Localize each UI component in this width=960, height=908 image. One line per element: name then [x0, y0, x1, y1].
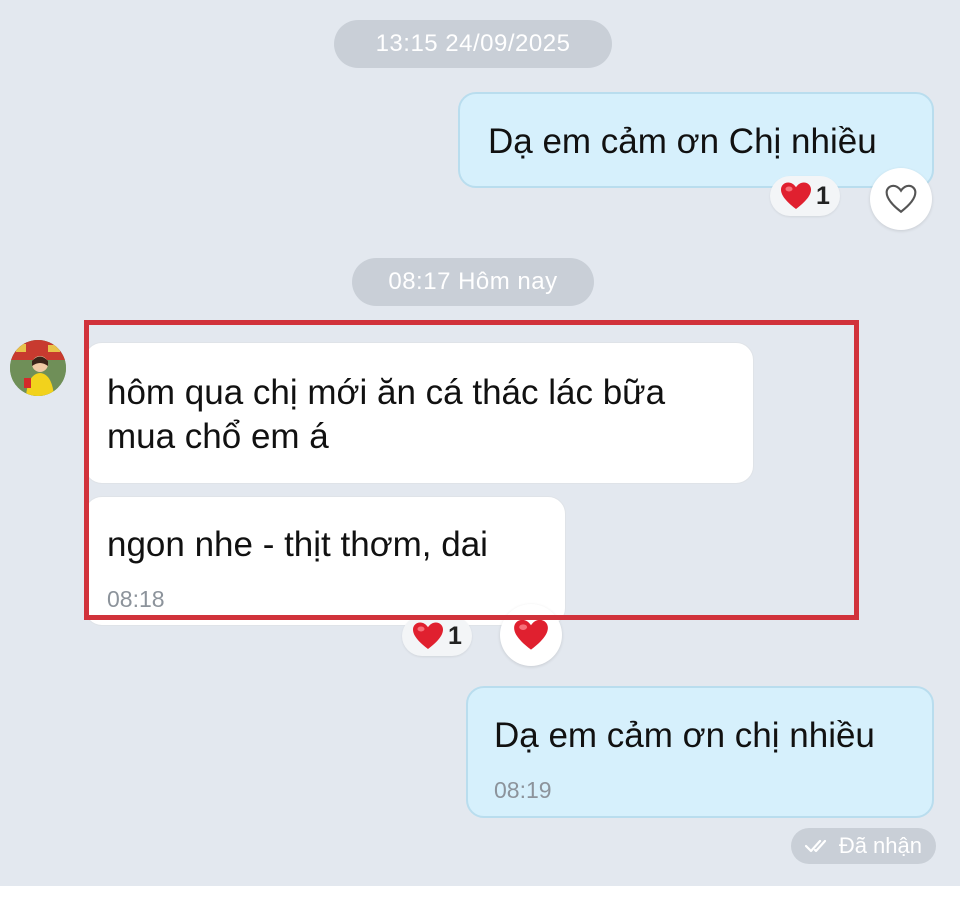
timestamp-divider: 08:17 Hôm nay	[352, 258, 594, 306]
reaction-summary[interactable]: 1	[770, 176, 840, 216]
heart-icon	[781, 182, 811, 209]
add-reaction-button[interactable]	[870, 168, 932, 230]
avatar[interactable]	[10, 340, 66, 396]
heart-icon	[514, 619, 548, 650]
heart-icon	[413, 622, 443, 649]
message-text: Dạ em cảm ơn Chị nhiều	[488, 122, 877, 161]
message-text: Dạ em cảm ơn chị nhiều	[494, 716, 875, 755]
reaction-count: 1	[448, 621, 462, 650]
message-text: ngon nhe - thịt thơm, dai	[107, 525, 488, 564]
add-reaction-button[interactable]	[500, 604, 562, 666]
heart-outline-icon	[885, 184, 917, 214]
avatar-image	[10, 340, 66, 396]
outgoing-message-bubble[interactable]: Dạ em cảm ơn Chị nhiều	[458, 92, 934, 188]
double-check-icon	[804, 839, 826, 853]
incoming-message-bubble[interactable]: hôm qua chị mới ăn cá thác lác bữa mua c…	[84, 342, 754, 484]
reaction-count: 1	[816, 181, 830, 210]
message-time: 08:19	[494, 776, 552, 803]
timestamp-divider: 13:15 24/09/2025	[334, 20, 612, 68]
message-text: hôm qua chị mới ăn cá thác lác bữa mua c…	[107, 373, 666, 456]
message-time: 08:18	[107, 585, 165, 612]
delivery-status-badge: Đã nhận	[790, 828, 936, 864]
incoming-message-bubble[interactable]: ngon nhe - thịt thơm, dai 08:18	[84, 496, 566, 626]
delivery-status-label: Đã nhận	[838, 833, 922, 858]
outgoing-message-bubble[interactable]: Dạ em cảm ơn chị nhiều 08:19	[466, 686, 934, 818]
reaction-summary[interactable]: 1	[402, 616, 472, 656]
bottom-edge	[0, 886, 960, 908]
